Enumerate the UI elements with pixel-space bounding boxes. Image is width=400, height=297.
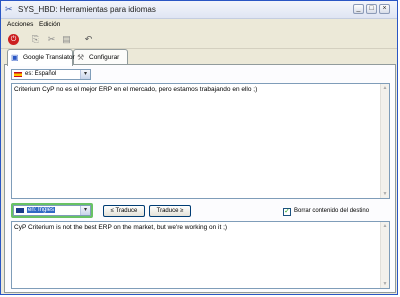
tab-strip: ▣ Google Translator ⚒ Configurar xyxy=(4,49,396,66)
chevron-down-icon[interactable]: ▾ xyxy=(80,206,90,215)
translator-panel: es: Español ▾ Criterium CyP no es el mej… xyxy=(4,64,396,293)
cut-icon[interactable]: ✂ xyxy=(46,34,57,45)
target-text-area[interactable]: CyP Criterium is not the best ERP on the… xyxy=(11,221,390,289)
scroll-up-icon[interactable]: ▲ xyxy=(381,222,389,230)
scroll-down-icon[interactable]: ▼ xyxy=(381,190,389,198)
tab-configurar[interactable]: ⚒ Configurar xyxy=(73,49,128,64)
source-scrollbar[interactable]: ▲ ▼ xyxy=(380,84,389,198)
menu-bar: Acciones Edición xyxy=(1,19,397,30)
tab-google-translator[interactable]: ▣ Google Translator xyxy=(7,49,75,66)
scroll-up-icon[interactable]: ▲ xyxy=(381,84,389,92)
power-icon[interactable]: ⏻ xyxy=(8,34,19,45)
close-button[interactable]: × xyxy=(379,4,390,14)
menu-edicion[interactable]: Edición xyxy=(39,21,60,28)
maximize-button[interactable]: □ xyxy=(366,4,377,14)
uk-flag-icon xyxy=(16,208,24,213)
chevron-down-icon[interactable]: ▾ xyxy=(80,70,90,79)
tools-icon: ⚒ xyxy=(77,53,85,62)
target-scrollbar[interactable]: ▲ ▼ xyxy=(380,222,389,288)
toolbar: ⏻ ⎘ ✂ ▤ ↶ xyxy=(1,31,397,49)
translate-back-button[interactable]: ≤ Traduce xyxy=(103,205,145,217)
paste-icon[interactable]: ▤ xyxy=(61,34,72,45)
clear-target-checkbox[interactable]: ✓ xyxy=(283,208,291,216)
spain-flag-icon xyxy=(14,72,22,77)
source-language-select[interactable]: es: Español ▾ xyxy=(11,69,91,80)
translator-icon: ▣ xyxy=(11,53,19,62)
title-bar[interactable]: ✂ SYS_HBD: Herramientas para idiomas _ □… xyxy=(1,1,397,19)
source-text-area[interactable]: Criterium CyP no es el mejor ERP en el m… xyxy=(11,83,390,199)
main-window: ✂ SYS_HBD: Herramientas para idiomas _ □… xyxy=(0,0,398,295)
app-icon: ✂ xyxy=(5,4,13,14)
undo-icon[interactable]: ↶ xyxy=(83,34,94,45)
scroll-down-icon[interactable]: ▼ xyxy=(381,280,389,288)
target-language-select[interactable]: en: Inglés ▾ xyxy=(13,205,91,216)
menu-acciones[interactable]: Acciones xyxy=(7,21,33,28)
minimize-button[interactable]: _ xyxy=(353,4,364,14)
clear-target-label: Borrar contenido del destino xyxy=(294,208,370,214)
copy-icon[interactable]: ⎘ xyxy=(30,34,41,45)
translate-forward-button[interactable]: Traduce ≥ xyxy=(149,205,191,217)
window-title: SYS_HBD: Herramientas para idiomas xyxy=(18,5,156,14)
